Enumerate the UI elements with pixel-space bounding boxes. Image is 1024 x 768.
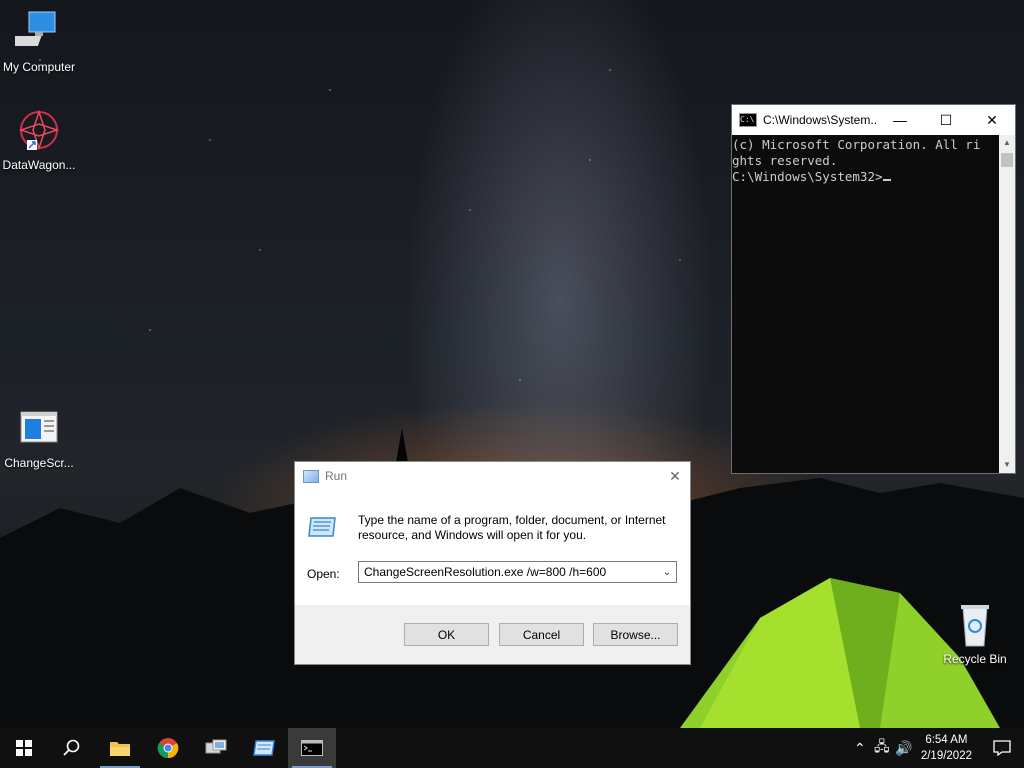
scroll-up-arrow-icon[interactable]: ▲: [999, 135, 1015, 151]
taskbar-chrome[interactable]: [144, 728, 192, 768]
cancel-button[interactable]: Cancel: [499, 623, 584, 646]
network-icon[interactable]: 🖧: [871, 736, 893, 760]
close-button[interactable]: ✕: [969, 105, 1015, 135]
chevron-down-icon[interactable]: ⌄: [658, 567, 676, 578]
cmd-console-output[interactable]: (c) Microsoft Corporation. All ri ghts re…: [732, 135, 999, 473]
cmd-prompt-line: C:\Windows\System32>: [732, 169, 999, 185]
volume-icon[interactable]: 🔊: [893, 740, 915, 757]
ok-button[interactable]: OK: [404, 623, 489, 646]
cmd-line: ghts reserved.: [732, 153, 838, 168]
taskbar-file-explorer[interactable]: [96, 728, 144, 768]
desktop-icon-label: ChangeScr...: [4, 456, 74, 470]
network-tool-icon: [205, 739, 227, 754]
taskbar: ⌃ 🖧 🔊 6:54 AM 2/19/2022: [0, 728, 1024, 768]
cmd-scrollbar[interactable]: ▲ ▼: [999, 135, 1015, 473]
run-large-icon: [308, 517, 336, 537]
open-input[interactable]: [359, 565, 658, 579]
run-content: Type the name of a program, folder, docu…: [295, 490, 690, 605]
action-center-button[interactable]: [980, 728, 1024, 768]
start-button[interactable]: [0, 728, 48, 768]
command-prompt-icon: C:\: [739, 113, 757, 127]
clock-time: 6:54 AM: [925, 734, 968, 746]
run-description: Type the name of a program, folder, docu…: [358, 513, 666, 542]
open-combobox[interactable]: ⌄: [358, 561, 677, 583]
text-cursor: [882, 179, 891, 181]
command-prompt-icon: [301, 740, 323, 756]
application-window-icon: [20, 411, 58, 443]
taskbar-network-tool[interactable]: [192, 728, 240, 768]
system-tray: ⌃ 🖧 🔊 6:54 AM 2/19/2022: [849, 728, 1024, 768]
desktop-icon-label: Recycle Bin: [943, 652, 1007, 666]
minimize-button[interactable]: —: [877, 105, 923, 135]
notification-icon: [993, 740, 1011, 756]
scrollbar-thumb[interactable]: [1001, 153, 1013, 167]
cmd-prompt: C:\Windows\System32>: [732, 169, 883, 184]
cmd-title: C:\Windows\System...: [763, 113, 877, 127]
file-explorer-icon: [110, 742, 130, 756]
open-label: Open:: [307, 567, 340, 581]
cmd-titlebar[interactable]: C:\ C:\Windows\System... — ☐ ✕: [732, 105, 1015, 135]
browse-button[interactable]: Browse...: [593, 623, 678, 646]
taskbar-command-prompt[interactable]: [288, 728, 336, 768]
run-title: Run: [325, 469, 348, 483]
computer-icon: [15, 11, 56, 46]
desktop-icon-label: DataWagon...: [2, 158, 76, 172]
desktop-icon-datawagon[interactable]: DataWagon...: [1, 108, 77, 172]
taskbar-run[interactable]: [240, 728, 288, 768]
search-icon: [63, 739, 80, 756]
desktop-icon-recycle-bin[interactable]: Recycle Bin: [937, 602, 1013, 666]
desktop-icon-label: My Computer: [2, 60, 76, 74]
desktop-icon-changescreenresolution[interactable]: ChangeScr...: [1, 406, 77, 470]
maximize-button[interactable]: ☐: [923, 105, 969, 135]
run-icon: [303, 469, 319, 483]
datawagon-icon: [18, 109, 60, 151]
clock-date: 2/19/2022: [920, 750, 972, 762]
taskbar-clock[interactable]: 6:54 AM 2/19/2022: [921, 732, 972, 764]
chrome-icon: [157, 738, 179, 759]
start-icon: [16, 740, 32, 756]
recycle-bin-icon: [961, 605, 989, 647]
chevron-up-icon[interactable]: ⌃: [849, 740, 871, 757]
cmd-line: (c) Microsoft Corporation. All ri: [732, 137, 981, 152]
close-button[interactable]: ✕: [660, 468, 690, 485]
search-button[interactable]: [48, 728, 96, 768]
run-dialog[interactable]: Run ✕ Type the name of a program, folder…: [294, 461, 691, 665]
run-icon: [253, 740, 275, 756]
scroll-down-arrow-icon[interactable]: ▼: [999, 457, 1015, 473]
run-titlebar[interactable]: Run ✕: [295, 462, 690, 490]
desktop-icon-my-computer[interactable]: My Computer: [1, 10, 77, 74]
command-prompt-window[interactable]: C:\ C:\Windows\System... — ☐ ✕ (c) Micro…: [731, 104, 1016, 474]
